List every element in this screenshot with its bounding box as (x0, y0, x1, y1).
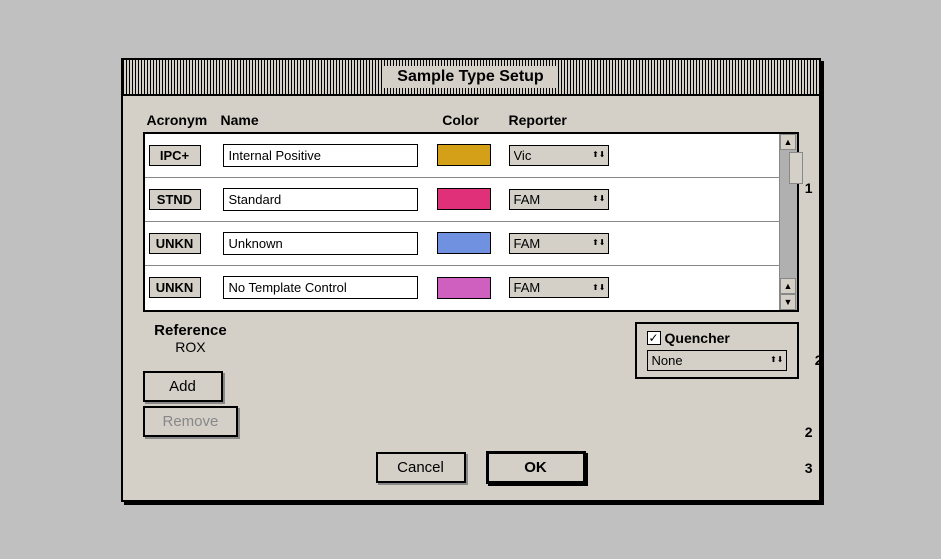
cell-reporter: FAMVicHEXTETROX (509, 233, 629, 254)
cell-reporter: FAMVicHEXTETROX (509, 189, 629, 210)
cell-reporter: VicFAMHEXTETROX (509, 145, 629, 166)
cell-acronym: STND (149, 189, 217, 210)
column-headers: Acronym Name Color Reporter (143, 112, 799, 128)
name-input[interactable] (223, 144, 418, 167)
color-swatch[interactable] (437, 277, 491, 299)
table-row: IPC+ VicFAMHEXTETROX (145, 134, 779, 178)
cell-color[interactable] (429, 232, 499, 254)
table-row: UNKN FAMVicHEXTETROX (145, 266, 779, 310)
sample-table: IPC+ VicFAMHEXTETROX (143, 132, 799, 312)
quencher-section: ✓ Quencher NoneTAMRABHQ1BHQ2 (635, 322, 799, 379)
acronym-value: IPC+ (149, 145, 201, 166)
cell-name (223, 232, 423, 255)
callout-3: 3 (805, 460, 813, 476)
dialog-content: Acronym Name Color Reporter IPC+ (123, 96, 819, 500)
reporter-select-wrapper[interactable]: FAMVicHEXTETROX (509, 233, 609, 254)
left-panel: Reference ROX Add Remove (143, 322, 239, 437)
title-bar: Sample Type Setup (123, 60, 819, 96)
color-swatch[interactable] (437, 144, 491, 166)
table-row: STND FAMVicHEXTETROX (145, 178, 779, 222)
add-button[interactable]: Add (143, 371, 223, 402)
cell-name (223, 276, 423, 299)
header-acronym: Acronym (147, 112, 221, 128)
scroll-thumb[interactable] (789, 152, 803, 184)
remove-button[interactable]: Remove (143, 406, 239, 437)
scrollbar[interactable]: ▲ ▲ ▼ (779, 134, 797, 310)
quencher-checkbox[interactable]: ✓ (647, 331, 661, 345)
cell-acronym: UNKN (149, 233, 217, 254)
quencher-header: ✓ Quencher (647, 330, 787, 346)
bottom-section: Reference ROX Add Remove ✓ Quencher (143, 322, 799, 437)
reference-section: Reference ROX (143, 322, 239, 355)
reporter-select-wrapper[interactable]: FAMVicHEXTETROX (509, 189, 609, 210)
table-rows: IPC+ VicFAMHEXTETROX (145, 134, 779, 310)
cell-color[interactable] (429, 188, 499, 210)
scroll-up-arrow[interactable]: ▲ (780, 278, 796, 294)
acronym-value: STND (149, 189, 201, 210)
cancel-button[interactable]: Cancel (376, 452, 466, 483)
callout-2: 2 (815, 352, 823, 368)
dialog: Sample Type Setup Acronym Name Color Rep… (121, 58, 821, 502)
reference-value: ROX (143, 339, 239, 355)
name-input[interactable] (223, 232, 418, 255)
header-reporter: Reporter (509, 112, 639, 128)
callout-1: 1 (805, 180, 813, 196)
acronym-value: UNKN (149, 233, 201, 254)
cell-reporter: FAMVicHEXTETROX (509, 277, 629, 298)
quencher-label: Quencher (665, 330, 730, 346)
quencher-area: ✓ Quencher NoneTAMRABHQ1BHQ2 2 (635, 322, 799, 379)
acronym-value: UNKN (149, 277, 201, 298)
ok-button[interactable]: OK (486, 451, 586, 484)
reporter-select-wrapper[interactable]: VicFAMHEXTETROX (509, 145, 609, 166)
cell-name (223, 144, 423, 167)
name-input[interactable] (223, 276, 418, 299)
quencher-select[interactable]: NoneTAMRABHQ1BHQ2 (647, 350, 787, 371)
cell-name (223, 188, 423, 211)
name-input[interactable] (223, 188, 418, 211)
quencher-select-wrapper[interactable]: NoneTAMRABHQ1BHQ2 (647, 350, 787, 371)
reporter-select-wrapper[interactable]: FAMVicHEXTETROX (509, 277, 609, 298)
reference-label: Reference (143, 322, 239, 339)
callout-2-pos: 2 (805, 424, 813, 440)
scroll-top-button[interactable]: ▲ (780, 134, 796, 150)
color-swatch[interactable] (437, 232, 491, 254)
scroll-down-arrow[interactable]: ▼ (780, 294, 796, 310)
reporter-select[interactable]: VicFAMHEXTETROX (509, 145, 609, 166)
add-remove-buttons: Add Remove (143, 371, 239, 437)
cell-acronym: IPC+ (149, 145, 217, 166)
reporter-select[interactable]: FAMVicHEXTETROX (509, 189, 609, 210)
color-swatch[interactable] (437, 188, 491, 210)
header-name: Name (221, 112, 421, 128)
reporter-select[interactable]: FAMVicHEXTETROX (509, 277, 609, 298)
table-row: UNKN FAMVicHEXTETROX (145, 222, 779, 266)
cell-color[interactable] (429, 144, 499, 166)
dialog-title: Sample Type Setup (383, 66, 557, 88)
cell-color[interactable] (429, 277, 499, 299)
buttons-row: Cancel OK (143, 451, 799, 484)
cell-acronym: UNKN (149, 277, 217, 298)
reporter-select[interactable]: FAMVicHEXTETROX (509, 233, 609, 254)
header-color: Color (421, 112, 501, 128)
